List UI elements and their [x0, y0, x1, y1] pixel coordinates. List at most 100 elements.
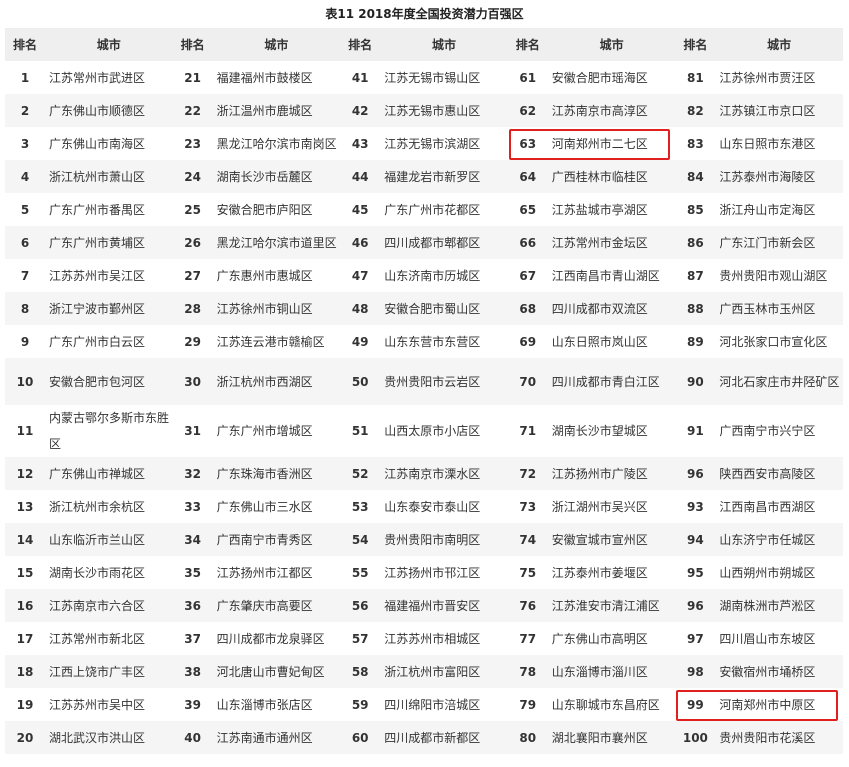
rank-cell: 27 [184, 268, 201, 283]
rank-header: 排名 [172, 28, 213, 61]
city-cell: 河北唐山市曹妃甸区 [212, 655, 341, 688]
rank-cell: 98 [675, 655, 716, 688]
rank-cell: 3 [20, 136, 30, 151]
rank-cell: 36 [172, 589, 213, 622]
rank-cell: 72 [507, 457, 548, 490]
rank-cell: 61 [519, 70, 537, 85]
city-cell: 浙江杭州市萧山区 [45, 160, 173, 193]
rank-cell: 75 [519, 565, 537, 580]
city-cell: 江苏苏州市吴江区 [49, 268, 146, 283]
city-cell: 江苏无锡市惠山区 [380, 94, 508, 127]
rank-cell: 79 [519, 697, 537, 712]
rank-cell: 87 [687, 268, 704, 283]
rank-cell: 60 [340, 721, 381, 754]
table-row: 12 广东佛山市禅城区 32 广东珠海市香洲区 52 江苏南京市溧水区 72 江苏扬州市广陵区… [5, 457, 843, 490]
city-cell: 河北张家口市宣化区 [719, 334, 828, 349]
city-cell: 江苏镇江市京口区 [715, 94, 843, 127]
city-cell: 浙江宁波市鄞州区 [45, 292, 173, 325]
city-cell: 广东惠州市惠城区 [216, 268, 313, 283]
table-row: 15 湖南长沙市雨花区 35 江苏扬州市江都区 55 江苏扬州市邗江区 75 江苏泰州市姜堰区… [5, 556, 843, 589]
city-cell: 四川成都市郫都区 [380, 226, 508, 259]
rank-cell: 43 [351, 136, 369, 151]
rank-cell: 21 [184, 70, 201, 85]
table-row: 10 安徽合肥市包河区 30 浙江杭州市西湖区 50 贵州贵阳市云岩区 70 四川成都市青白江… [5, 358, 843, 405]
rank-cell: 35 [184, 565, 201, 580]
rank-cell: 83 [687, 136, 704, 151]
rank-cell: 73 [519, 499, 537, 514]
rank-cell: 69 [519, 334, 537, 349]
city-cell: 安徽合肥市瑶海区 [551, 70, 648, 85]
rank-cell: 99 [687, 697, 704, 712]
city-cell: 广东佛山市高明区 [551, 631, 648, 646]
rank-cell: 71 [519, 424, 537, 438]
city-cell: 黑龙江哈尔滨市道里区 [212, 226, 341, 259]
city-header: 城市 [547, 28, 676, 61]
rank-cell: 4 [5, 160, 45, 193]
city-cell: 江西南昌市青山湖区 [551, 268, 660, 283]
city-header: 城市 [212, 28, 341, 61]
rank-header: 排名 [340, 28, 381, 61]
rank-cell: 38 [172, 655, 213, 688]
city-cell: 广东广州市白云区 [49, 334, 146, 349]
table-row: 2 广东佛山市顺德区 22 浙江温州市鹿城区 42 江苏无锡市惠山区 62 江苏南京市高淳区 8… [5, 94, 843, 127]
rank-cell: 64 [507, 160, 548, 193]
city-cell: 四川成都市青白江区 [547, 358, 676, 405]
rank-cell: 54 [340, 523, 381, 556]
ranking-table: 排名 城市 排名 城市 排名 城市 排名 城市 排名 城市 1 江苏常州市武进区 2… [5, 28, 843, 754]
city-cell: 河南郑州市中原区 [719, 697, 816, 712]
rank-cell: 10 [5, 358, 45, 405]
rank-cell: 59 [351, 697, 369, 712]
rank-cell: 18 [5, 655, 45, 688]
rank-cell: 90 [675, 358, 716, 405]
city-cell: 贵州贵阳市花溪区 [715, 721, 843, 754]
city-cell: 山东日照市东港区 [719, 136, 816, 151]
rank-cell: 9 [20, 334, 30, 349]
city-cell: 贵州贵阳市观山湖区 [719, 268, 828, 283]
city-cell: 江苏常州市新北区 [49, 631, 146, 646]
rank-cell: 95 [687, 565, 704, 580]
rank-cell: 80 [507, 721, 548, 754]
table-row: 17 江苏常州市新北区 37 四川成都市龙泉驿区 57 江苏苏州市相城区 77 广东佛山市高明… [5, 622, 843, 655]
rank-cell: 100 [675, 721, 716, 754]
rank-cell: 96 [675, 457, 716, 490]
table-row: 14 山东临沂市兰山区 34 广西南宁市青秀区 54 贵州贵阳市南明区 74 安徽宣城市宣州区… [5, 523, 843, 556]
city-cell: 河南郑州市二七区 [551, 136, 648, 151]
city-cell: 安徽合肥市包河区 [45, 358, 173, 405]
city-cell: 山西朔州市朔城区 [719, 565, 816, 580]
rank-cell: 5 [20, 202, 30, 217]
rank-cell: 39 [184, 697, 201, 712]
city-cell: 湖北武汉市洪山区 [45, 721, 173, 754]
rank-cell: 66 [507, 226, 548, 259]
city-cell: 广东广州市增城区 [216, 424, 313, 438]
rank-header: 排名 [675, 28, 716, 61]
rank-cell: 14 [5, 523, 45, 556]
city-cell: 江苏徐州市贾汪区 [719, 70, 816, 85]
rank-cell: 91 [687, 424, 704, 438]
city-cell: 江苏南通市通州区 [212, 721, 341, 754]
city-header: 城市 [380, 28, 508, 61]
rank-cell: 2 [5, 94, 45, 127]
rank-cell: 62 [507, 94, 548, 127]
rank-cell: 77 [519, 631, 537, 646]
city-cell: 湖南长沙市雨花区 [49, 565, 146, 580]
rank-cell: 46 [340, 226, 381, 259]
city-cell: 江苏苏州市吴中区 [49, 697, 146, 712]
city-cell: 江苏扬州市江都区 [216, 565, 313, 580]
table-row: 16 江苏南京市六合区 36 广东肇庆市高要区 56 福建福州市晋安区 76 江苏淮安市清江浦… [5, 589, 843, 622]
rank-cell: 20 [5, 721, 45, 754]
city-cell: 四川成都市双流区 [547, 292, 676, 325]
city-cell: 江苏常州市金坛区 [547, 226, 676, 259]
table-row: 13 浙江杭州市余杭区 33 广东佛山市三水区 53 山东泰安市泰山区 73 浙江湖州市吴兴区… [5, 490, 843, 523]
rank-cell: 65 [519, 202, 537, 217]
rank-cell: 11 [16, 424, 34, 438]
rank-cell: 40 [172, 721, 213, 754]
city-cell: 山西太原市小店区 [384, 424, 481, 438]
city-cell: 安徽宣城市宣州区 [547, 523, 676, 556]
city-cell: 山东淄博市张店区 [216, 697, 313, 712]
table-row: 19 江苏苏州市吴中区 39 山东淄博市张店区 59 四川绵阳市涪城区 79 山东聊城市东昌府… [5, 688, 843, 721]
rank-cell: 44 [340, 160, 381, 193]
table-row: 3 广东佛山市南海区 23 黑龙江哈尔滨市南岗区 43 江苏无锡市滨湖区 63 河南郑州市二七… [5, 127, 843, 160]
rank-header: 排名 [507, 28, 548, 61]
rank-cell: 29 [184, 334, 201, 349]
rank-cell: 52 [340, 457, 381, 490]
